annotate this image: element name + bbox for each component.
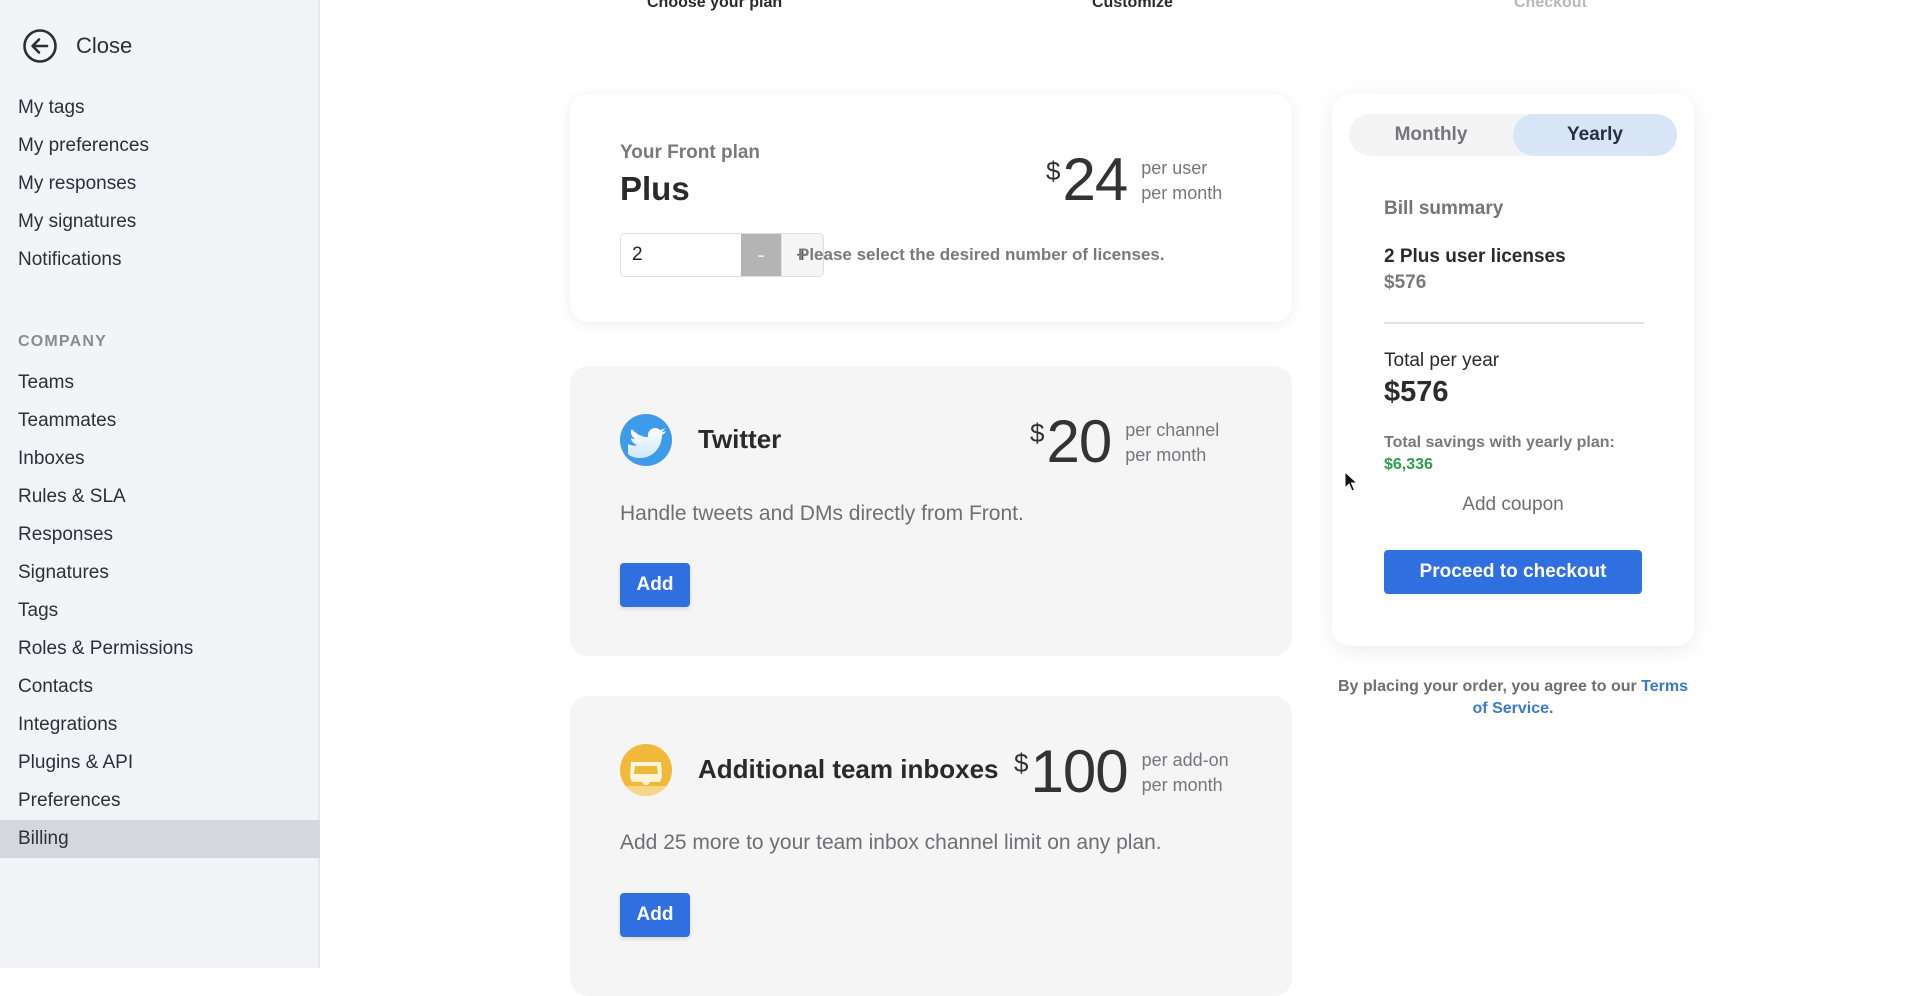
license-quantity-stepper: - + [620, 233, 824, 277]
sidebar-item-notifications[interactable]: Notifications [0, 241, 320, 279]
sidebar-item-my-signatures[interactable]: My signatures [0, 203, 320, 241]
inbox-tray-icon [620, 744, 672, 796]
sidebar-item-my-preferences[interactable]: My preferences [0, 127, 320, 165]
sidebar-item-contacts[interactable]: Contacts [0, 668, 320, 706]
toggle-yearly[interactable]: Yearly [1513, 114, 1677, 156]
terms-suffix: . [1549, 700, 1554, 717]
sidebar-item-inboxes[interactable]: Inboxes [0, 440, 320, 478]
plan-card: Your Front plan Plus $ 24 per user per m… [570, 94, 1292, 322]
addon-card-team-inboxes: Additional team inboxes $ 100 per add-on… [570, 696, 1292, 996]
price-amount: 20 [1046, 408, 1112, 475]
checkout-steps: Choose your plan Customize Checkout [322, 0, 1920, 18]
currency-symbol: $ [1046, 156, 1061, 186]
currency-symbol: $ [1030, 418, 1045, 448]
savings-label: Total savings with yearly plan: [1384, 434, 1615, 451]
price-unit: per user per month [1141, 156, 1222, 206]
settings-sidebar: Close My tags My preferences My response… [0, 0, 320, 968]
license-quantity-input[interactable] [621, 234, 741, 276]
bill-summary-card: Monthly Yearly Bill summary 2 Plus user … [1332, 94, 1694, 646]
savings-amount: $6,336 [1384, 456, 1433, 473]
toggle-monthly[interactable]: Monthly [1349, 114, 1513, 156]
addon-description: Add 25 more to your team inbox channel l… [620, 831, 1162, 854]
price-unit-line2: per month [1141, 183, 1223, 203]
price-unit-line2: per month [1141, 775, 1223, 795]
addon-price: $ 100 per add-on per month [1014, 742, 1229, 802]
sidebar-item-my-tags[interactable]: My tags [0, 89, 320, 127]
addon-title: Additional team inboxes [698, 754, 999, 784]
addon-title: Twitter [698, 424, 782, 454]
price-unit-line1: per user [1141, 158, 1208, 178]
bill-summary-title: Bill summary [1384, 198, 1504, 219]
sidebar-item-teammates[interactable]: Teammates [0, 402, 320, 440]
sidebar-item-integrations[interactable]: Integrations [0, 706, 320, 744]
company-section-heading: COMPANY [18, 333, 107, 350]
billing-main: Choose your plan Customize Checkout Your… [322, 0, 1920, 996]
summary-divider [1384, 322, 1644, 324]
line-item-amount: $576 [1384, 272, 1427, 293]
price-unit-line1: per add-on [1141, 750, 1229, 770]
sidebar-item-roles-permissions[interactable]: Roles & Permissions [0, 630, 320, 668]
sidebar-item-plugins-api[interactable]: Plugins & API [0, 744, 320, 782]
plan-price: $ 24 per user per month [1046, 150, 1222, 210]
price-unit-line1: per channel [1125, 420, 1220, 440]
sidebar-item-rules-sla[interactable]: Rules & SLA [0, 478, 320, 516]
close-button[interactable]: Close [22, 28, 132, 64]
step-customize[interactable]: Customize [1092, 0, 1173, 12]
sidebar-item-tags[interactable]: Tags [0, 592, 320, 630]
mouse-cursor-icon [1344, 471, 1358, 492]
sidebar-item-billing[interactable]: Billing [0, 820, 320, 858]
proceed-to-checkout-button[interactable]: Proceed to checkout [1384, 550, 1642, 594]
currency-symbol: $ [1014, 748, 1029, 778]
price-unit: per add-on per month [1142, 748, 1229, 798]
addon-price: $ 20 per channel per month [1030, 412, 1219, 472]
billing-period-toggle: Monthly Yearly [1349, 114, 1677, 156]
step-checkout: Checkout [1514, 0, 1587, 11]
decrement-button[interactable]: - [741, 234, 781, 276]
sidebar-item-preferences[interactable]: Preferences [0, 782, 320, 820]
step-choose-plan[interactable]: Choose your plan [647, 0, 782, 12]
price-amount: 24 [1062, 146, 1128, 213]
add-team-inboxes-button[interactable]: Add [620, 893, 690, 937]
price-unit-line2: per month [1125, 445, 1207, 465]
personal-nav: My tags My preferences My responses My s… [0, 89, 320, 279]
plan-eyebrow: Your Front plan [620, 142, 761, 163]
total-amount: $576 [1384, 376, 1449, 408]
total-label: Total per year [1384, 350, 1500, 371]
addon-card-twitter: Twitter $ 20 per channel per month Handl… [570, 366, 1292, 656]
plan-name: Plus [620, 170, 690, 207]
price-unit: per channel per month [1125, 418, 1219, 468]
close-label: Close [76, 33, 133, 58]
addon-description: Handle tweets and DMs directly from Fron… [620, 502, 1024, 525]
add-twitter-button[interactable]: Add [620, 563, 690, 607]
terms-notice: By placing your order, you agree to our … [1332, 676, 1694, 720]
license-hint: Please select the desired number of lice… [798, 245, 1165, 264]
line-item-label: 2 Plus user licenses [1384, 246, 1566, 267]
add-coupon-link[interactable]: Add coupon [1332, 494, 1694, 516]
sidebar-item-responses[interactable]: Responses [0, 516, 320, 554]
sidebar-item-teams[interactable]: Teams [0, 364, 320, 402]
terms-prefix: By placing your order, you agree to our [1337, 678, 1637, 695]
price-amount: 100 [1030, 738, 1128, 805]
sidebar-item-my-responses[interactable]: My responses [0, 165, 320, 203]
back-arrow-circle-icon [23, 29, 57, 63]
company-nav: Teams Teammates Inboxes Rules & SLA Resp… [0, 364, 320, 858]
sidebar-item-signatures[interactable]: Signatures [0, 554, 320, 592]
twitter-bird-icon [620, 414, 672, 466]
